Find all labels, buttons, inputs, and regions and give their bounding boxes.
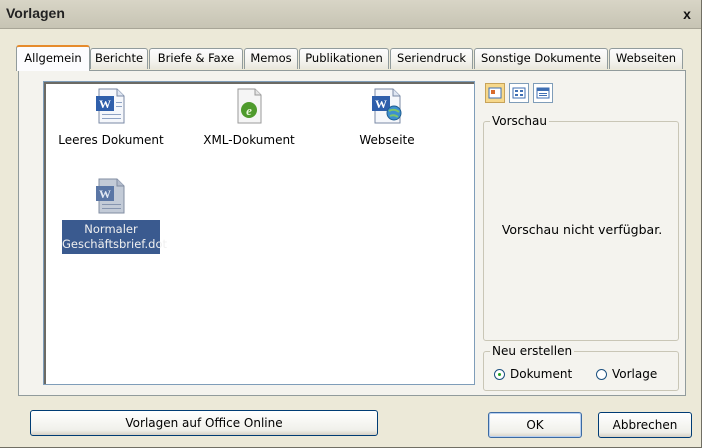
template-label: XML-Dokument bbox=[203, 133, 295, 147]
web-page-icon: W bbox=[372, 88, 402, 124]
tab-panel-general: W Leeres Dokument e XML-Dokument W Webse… bbox=[18, 70, 686, 396]
title-bar[interactable]: Vorlagen x bbox=[0, 0, 701, 29]
cancel-button[interactable]: Abbrechen bbox=[598, 412, 692, 438]
tab-reports[interactable]: Berichte bbox=[90, 48, 148, 69]
svg-text:W: W bbox=[99, 97, 111, 111]
large-icons-view-button[interactable] bbox=[485, 83, 505, 103]
template-label: Leeres Dokument bbox=[58, 133, 164, 147]
preview-unavailable-text: Vorschau nicht verfügbar. bbox=[501, 222, 663, 237]
xml-document-icon: e bbox=[237, 88, 262, 124]
svg-text:W: W bbox=[375, 97, 387, 111]
template-label-line: Geschäftsbrief.dot bbox=[62, 237, 167, 251]
tab-letters-faxes[interactable]: Briefe & Faxe bbox=[149, 48, 243, 69]
close-button[interactable]: x bbox=[679, 6, 695, 22]
preview-legend: Vorschau bbox=[490, 114, 549, 128]
details-view-icon bbox=[536, 87, 550, 99]
tab-general[interactable]: Allgemein bbox=[16, 45, 90, 71]
radio-button-unchecked[interactable] bbox=[596, 369, 607, 380]
template-label: Webseite bbox=[359, 133, 415, 147]
preview-group: Vorschau Vorschau nicht verfügbar. bbox=[483, 114, 679, 341]
details-view-button[interactable] bbox=[533, 83, 553, 103]
tab-mail-merge[interactable]: Seriendruck bbox=[390, 48, 473, 69]
templates-office-online-button[interactable]: Vorlagen auf Office Online bbox=[30, 410, 378, 436]
create-new-group: Neu erstellen Dokument Vorlage bbox=[483, 344, 679, 391]
tab-publications[interactable]: Publikationen bbox=[299, 48, 389, 69]
radio-button-checked[interactable] bbox=[494, 369, 505, 380]
template-item-blank-document[interactable]: W Leeres Dokument bbox=[52, 88, 170, 158]
word-document-icon: W bbox=[96, 88, 125, 124]
radio-label: Dokument bbox=[510, 367, 573, 381]
tab-web-pages[interactable]: Webseiten bbox=[609, 48, 683, 69]
svg-text:W: W bbox=[99, 187, 111, 201]
create-new-legend: Neu erstellen bbox=[490, 344, 575, 358]
dialog-title: Vorlagen bbox=[6, 5, 65, 21]
word-template-icon: W bbox=[96, 178, 125, 214]
svg-text:e: e bbox=[246, 103, 252, 118]
large-icons-view-icon bbox=[488, 87, 502, 99]
template-list[interactable]: W Leeres Dokument e XML-Dokument W Webse… bbox=[43, 81, 475, 385]
template-item-xml-document[interactable]: e XML-Dokument bbox=[190, 88, 308, 158]
ok-button[interactable]: OK bbox=[488, 412, 582, 438]
tab-other-documents[interactable]: Sonstige Dokumente bbox=[474, 48, 608, 69]
list-view-icon bbox=[512, 87, 526, 99]
template-label-line: Normaler bbox=[84, 222, 138, 236]
template-item-business-letter[interactable]: W Normaler Geschäftsbrief.dot bbox=[52, 178, 170, 258]
radio-label: Vorlage bbox=[612, 367, 658, 381]
tab-memos[interactable]: Memos bbox=[244, 48, 298, 69]
list-view-button[interactable] bbox=[509, 83, 529, 103]
templates-dialog: Vorlagen x W Leeres Dokument e XML-Dokum… bbox=[0, 0, 702, 448]
template-item-web-page[interactable]: W Webseite bbox=[328, 88, 446, 158]
template-label: Normaler Geschäftsbrief.dot bbox=[62, 220, 167, 254]
